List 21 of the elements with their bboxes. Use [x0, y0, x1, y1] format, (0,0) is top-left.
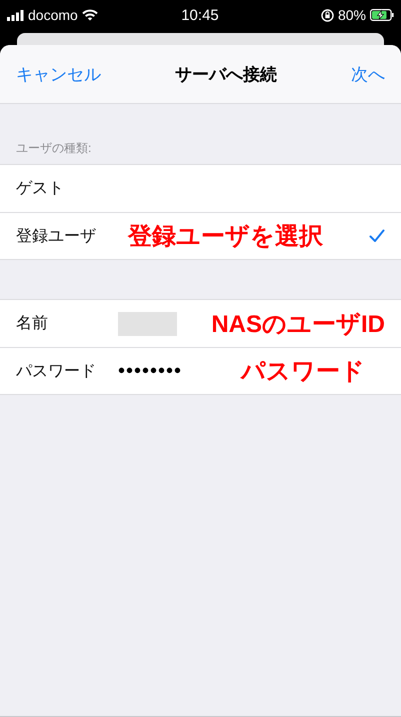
annotation-text: 登録ユーザを選択 — [128, 222, 324, 252]
checkmark-icon — [369, 229, 385, 243]
cancel-button[interactable]: キャンセル — [16, 62, 101, 86]
password-field[interactable]: •••••••• — [118, 360, 182, 382]
signal-icon — [7, 10, 24, 20]
carrier-name: docomo — [28, 7, 78, 23]
annotation-text: NASのユーザID — [211, 310, 385, 340]
sheet-title: サーバへ接続 — [175, 64, 277, 86]
clock-time: 10:45 — [180, 6, 220, 24]
wifi-icon — [82, 9, 98, 21]
field-label: パスワード — [16, 362, 97, 382]
option-row[interactable]: ゲスト — [0, 165, 401, 212]
field-label: 名前 — [16, 314, 49, 334]
battery-percent: 80% — [338, 7, 366, 23]
lock-rotation-icon — [320, 8, 334, 22]
section-header: ユーザの種類: — [15, 140, 92, 157]
annotation-text: パスワード — [241, 357, 365, 387]
battery-charging-icon — [370, 9, 394, 21]
redacted-field[interactable] — [118, 312, 177, 336]
option-row[interactable]: 登録ユーザ 登録ユーザを選択 — [0, 212, 401, 259]
next-button[interactable]: 次へ — [351, 62, 385, 86]
